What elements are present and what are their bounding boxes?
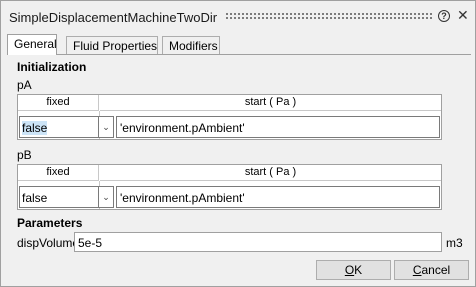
ok-accel: O	[344, 263, 355, 277]
chevron-down-icon[interactable]: ⌄	[98, 116, 114, 138]
dispVolume-unit: m3	[446, 236, 463, 250]
ok-rest: K	[354, 263, 363, 277]
chevron-down-icon[interactable]: ⌄	[98, 186, 114, 208]
tab-modifiers[interactable]: Modifiers	[162, 36, 220, 54]
cancel-button[interactable]: Cancel	[394, 260, 469, 280]
pA-grid: fixed start ( Pa ) false ⌄ 'environment.…	[17, 94, 442, 140]
initialization-heading: Initialization	[17, 60, 87, 74]
pA-fixed-value: false	[22, 121, 48, 135]
pB-start-input[interactable]: 'environment.pAmbient'	[116, 186, 440, 208]
pB-header-start: start ( Pa )	[100, 165, 441, 181]
tab-fluid-properties[interactable]: Fluid Properties	[66, 36, 158, 54]
pB-label: pB	[17, 148, 32, 162]
close-icon[interactable]: ✕	[457, 7, 469, 24]
tab-general[interactable]: General	[7, 34, 57, 55]
title-bar[interactable]: SimpleDisplacementMachineTwoDir ? ✕	[1, 1, 475, 31]
dispVolume-input[interactable]: 5e-5	[74, 232, 442, 252]
pB-fixed-select[interactable]: false ⌄	[19, 186, 114, 208]
dialog-window: SimpleDisplacementMachineTwoDir ? ✕ Gene…	[0, 0, 476, 287]
pB-grid: fixed start ( Pa ) false ⌄ 'environment.…	[17, 164, 442, 210]
drag-grip-icon[interactable]	[225, 12, 433, 20]
window-title: SimpleDisplacementMachineTwoDir	[9, 10, 218, 25]
pB-fixed-value: false	[22, 191, 48, 205]
tab-fluid-properties-label: Fluid Properties	[73, 39, 158, 53]
pA-header-fixed: fixed	[18, 95, 99, 111]
pA-header-start: start ( Pa )	[100, 95, 441, 111]
pA-fixed-select[interactable]: false ⌄	[19, 116, 114, 138]
parameters-heading: Parameters	[17, 216, 83, 230]
tab-modifiers-label: Modifiers	[169, 39, 218, 53]
help-icon[interactable]: ?	[438, 10, 450, 22]
ok-button[interactable]: OK	[316, 260, 391, 280]
tab-general-label: General	[14, 37, 57, 51]
pA-start-input[interactable]: 'environment.pAmbient'	[116, 116, 440, 138]
pA-label: pA	[17, 78, 32, 92]
cancel-rest: ancel	[421, 263, 451, 277]
dispVolume-label: dispVolume	[17, 236, 80, 250]
pB-header-fixed: fixed	[18, 165, 99, 181]
